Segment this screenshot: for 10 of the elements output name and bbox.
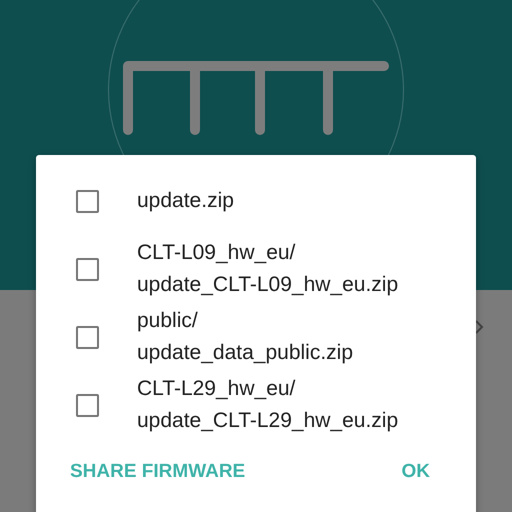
ok-button[interactable]: OK — [402, 461, 430, 483]
checkbox[interactable] — [76, 326, 99, 348]
file-label: CLT-L29_hw_eu/ update_CLT-L29_hw_eu.zip — [137, 376, 398, 434]
file-label: public/ update_data_public.zip — [137, 308, 354, 366]
checkbox[interactable] — [76, 258, 99, 280]
chevron-right-icon — [474, 320, 484, 334]
checkbox[interactable] — [76, 394, 99, 416]
share-firmware-button[interactable]: SHARE FIRMWARE — [70, 461, 246, 483]
file-label: update.zip — [137, 188, 234, 214]
checkbox[interactable] — [76, 190, 99, 212]
